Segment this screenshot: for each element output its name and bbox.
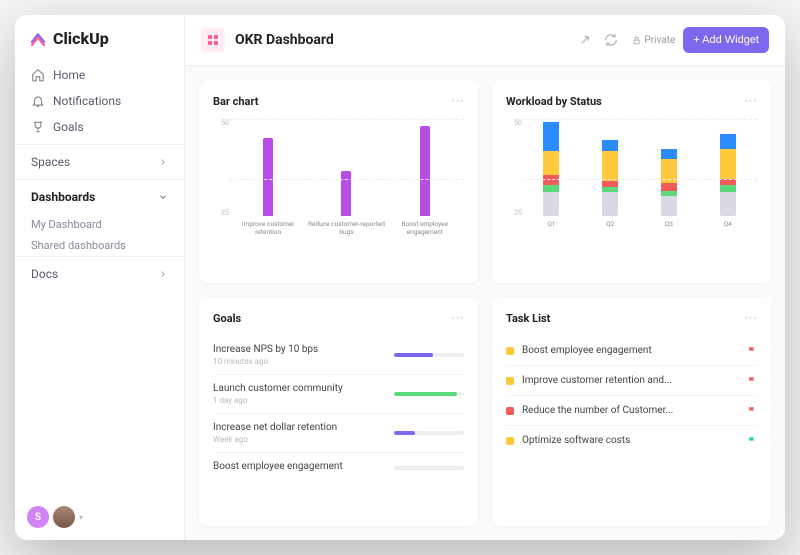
goal-item[interactable]: Increase net dollar retention Week ago	[213, 413, 464, 452]
task-item[interactable]: Optimize software costs	[506, 425, 757, 455]
sidebar-shared-dashboards[interactable]: Shared dashboards	[15, 235, 184, 256]
main-nav: Home Notifications Goals	[15, 58, 184, 144]
progress-bar	[394, 466, 464, 470]
privacy-label: Private	[644, 35, 675, 46]
main-area: OKR Dashboard Private + Add Widget Bar c…	[185, 15, 785, 540]
status-square	[506, 377, 514, 385]
expand-icon[interactable]	[577, 32, 593, 48]
card-title: Workload by Status	[506, 95, 602, 108]
card-title: Bar chart	[213, 95, 258, 108]
goal-name: Launch customer community	[213, 383, 384, 394]
nav-label: Notifications	[53, 94, 121, 108]
section-spaces: Spaces	[15, 144, 184, 179]
workload-chart: 5025Q1Q2Q3Q4	[506, 119, 757, 239]
home-icon	[31, 68, 45, 82]
dashboard-icon	[201, 28, 225, 52]
flag-icon	[747, 346, 757, 356]
topbar: OKR Dashboard Private + Add Widget	[185, 15, 785, 66]
task-name: Improve customer retention and...	[522, 375, 672, 386]
card-bar-chart: Bar chart ⋯ 5025Improve customer retenti…	[199, 80, 478, 283]
task-item[interactable]: Improve customer retention and...	[506, 365, 757, 395]
brand-logo[interactable]: ClickUp	[15, 15, 184, 58]
chevron-down-icon	[158, 192, 168, 202]
section-label: Spaces	[31, 155, 70, 169]
section-head-spaces[interactable]: Spaces	[15, 145, 184, 179]
progress-bar	[394, 392, 464, 396]
lock-icon	[632, 36, 641, 45]
task-list: Boost employee engagement Improve custome…	[506, 336, 757, 455]
goal-time: 10 minutes ago	[213, 357, 384, 366]
section-docs: Docs	[15, 256, 184, 291]
user-avatar[interactable]: S	[27, 506, 49, 528]
bell-icon	[31, 94, 45, 108]
app-window: ClickUp Home Notifications Goals Spaces	[15, 15, 785, 540]
section-head-dashboards[interactable]: Dashboards	[15, 180, 184, 214]
clickup-logo-icon	[29, 30, 47, 48]
task-item[interactable]: Boost employee engagement	[506, 336, 757, 365]
task-name: Boost employee engagement	[522, 345, 652, 356]
card-workload: Workload by Status ⋯ 5025Q1Q2Q3Q4	[492, 80, 771, 283]
sidebar-my-dashboard[interactable]: My Dashboard	[15, 214, 184, 235]
sidebar-footer: S ▾	[15, 494, 184, 540]
brand-name: ClickUp	[53, 29, 109, 48]
progress-bar	[394, 431, 464, 435]
section-label: Docs	[31, 267, 58, 281]
status-square	[506, 437, 514, 445]
task-name: Optimize software costs	[522, 435, 630, 446]
sidebar: ClickUp Home Notifications Goals Spaces	[15, 15, 185, 540]
status-square	[506, 347, 514, 355]
card-menu-icon[interactable]: ⋯	[744, 311, 757, 326]
avatar-chevron[interactable]: ▾	[79, 513, 83, 522]
section-label: Dashboards	[31, 190, 95, 204]
status-square	[506, 407, 514, 415]
card-tasks: Task List ⋯ Boost employee engagement Imp…	[492, 297, 771, 526]
card-menu-icon[interactable]: ⋯	[744, 94, 757, 109]
trophy-icon	[31, 120, 45, 134]
section-head-docs[interactable]: Docs	[15, 257, 184, 291]
nav-label: Home	[53, 68, 85, 82]
goal-item[interactable]: Boost employee engagement	[213, 452, 464, 482]
goal-time: 1 day ago	[213, 396, 384, 405]
task-name: Reduce the number of Customer...	[522, 405, 673, 416]
card-title: Goals	[213, 312, 241, 325]
card-goals: Goals ⋯ Increase NPS by 10 bps 10 minutes…	[199, 297, 478, 526]
goals-list: Increase NPS by 10 bps 10 minutes ago Laun…	[213, 336, 464, 482]
user-avatar-2[interactable]	[53, 506, 75, 528]
task-item[interactable]: Reduce the number of Customer...	[506, 395, 757, 425]
goal-item[interactable]: Launch customer community 1 day ago	[213, 374, 464, 413]
goal-name: Boost employee engagement	[213, 461, 384, 472]
goal-name: Increase net dollar retention	[213, 422, 384, 433]
card-menu-icon[interactable]: ⋯	[451, 94, 464, 109]
goal-time: Week ago	[213, 435, 384, 444]
dashboard-content: Bar chart ⋯ 5025Improve customer retenti…	[185, 66, 785, 540]
page-title: OKR Dashboard	[235, 32, 334, 48]
goal-item[interactable]: Increase NPS by 10 bps 10 minutes ago	[213, 336, 464, 374]
flag-icon	[747, 436, 757, 446]
card-menu-icon[interactable]: ⋯	[451, 311, 464, 326]
flag-icon	[747, 406, 757, 416]
section-dashboards: Dashboards My Dashboard Shared dashboard…	[15, 179, 184, 256]
card-title: Task List	[506, 312, 550, 325]
goal-name: Increase NPS by 10 bps	[213, 344, 384, 355]
nav-goals[interactable]: Goals	[15, 114, 184, 140]
chevron-right-icon	[158, 157, 168, 167]
nav-notifications[interactable]: Notifications	[15, 88, 184, 114]
refresh-icon[interactable]	[603, 32, 619, 48]
nav-label: Goals	[53, 120, 84, 134]
progress-bar	[394, 353, 464, 357]
flag-icon	[747, 376, 757, 386]
add-widget-button[interactable]: + Add Widget	[683, 27, 769, 53]
bar-chart: 5025Improve customer retentionReduce cus…	[213, 119, 464, 239]
privacy-indicator[interactable]: Private	[632, 35, 675, 46]
chevron-right-icon	[158, 269, 168, 279]
nav-home[interactable]: Home	[15, 62, 184, 88]
